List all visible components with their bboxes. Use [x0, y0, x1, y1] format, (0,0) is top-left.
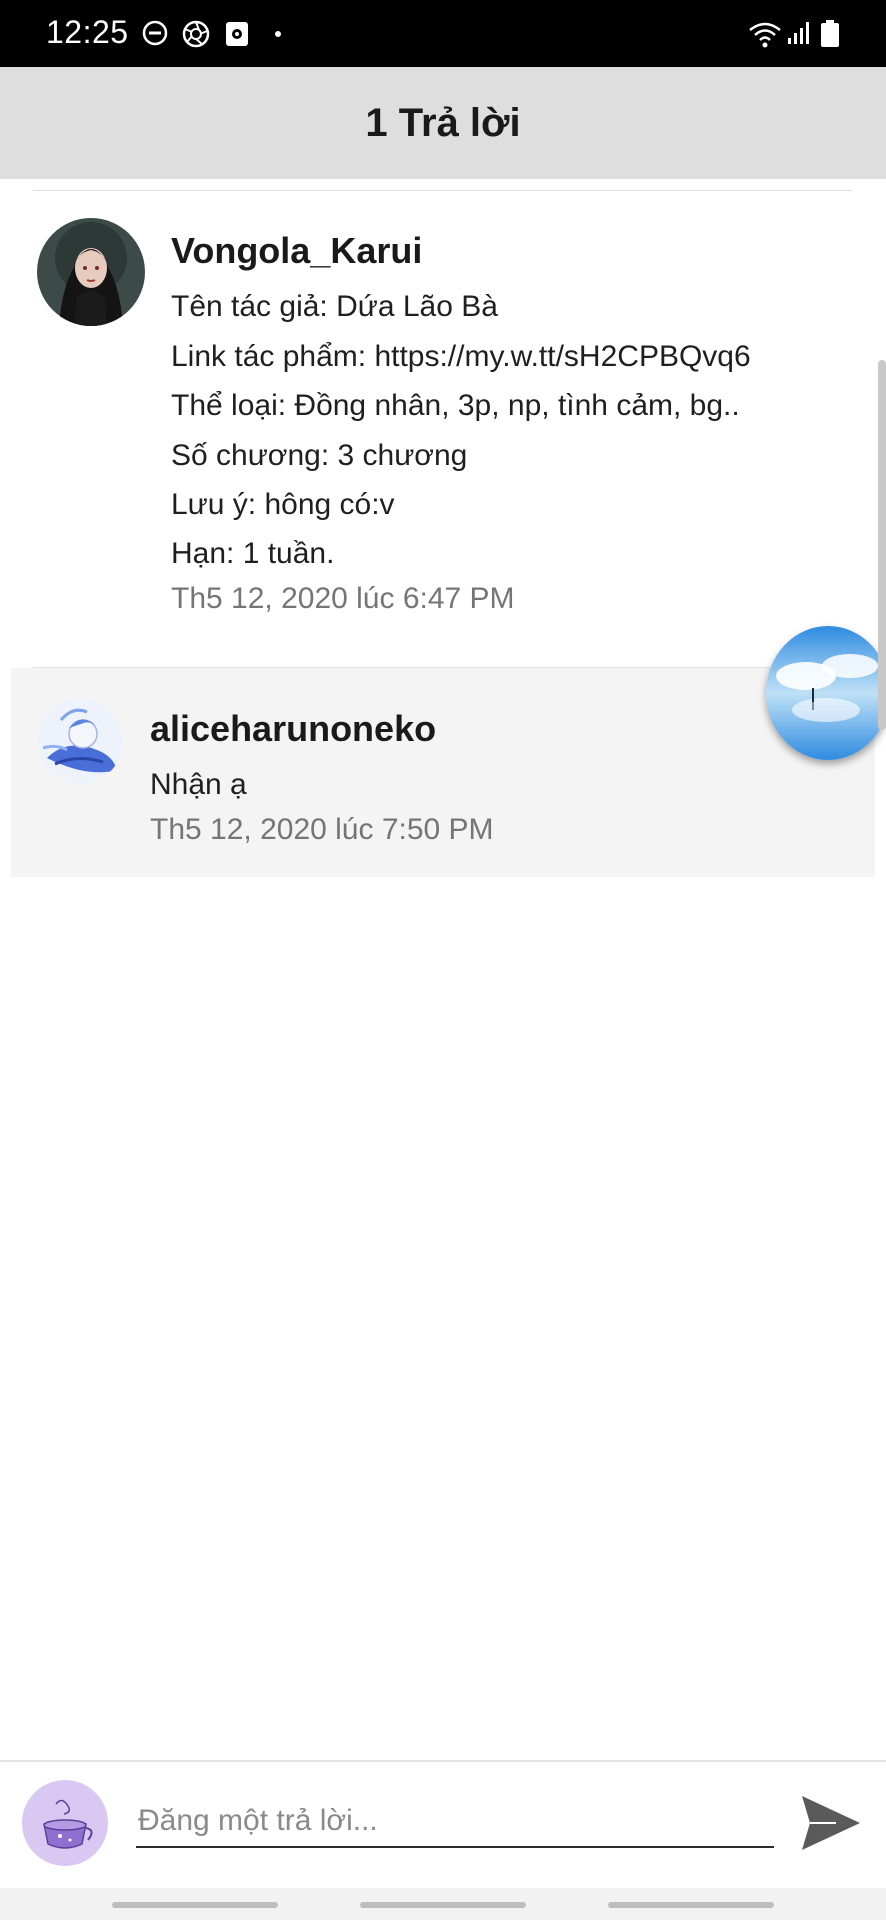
reply-input[interactable]	[136, 1796, 774, 1848]
comment-text-line: Nhận ạ	[150, 768, 247, 801]
aperture-icon	[182, 20, 210, 48]
avatar[interactable]	[37, 218, 145, 326]
avatar[interactable]	[37, 698, 123, 784]
nav-home-button[interactable]	[360, 1902, 526, 1908]
comment-item-highlighted[interactable]: aliceharunoneko Nhận ạ Th5 12, 2020 lúc …	[11, 668, 875, 877]
screen-record-icon	[226, 22, 248, 46]
comment-item[interactable]: Vongola_Karui Tên tác giả: Dứa Lão Bà Li…	[0, 192, 886, 662]
app-header: 1 Trả lời	[0, 67, 886, 179]
comment-text-line: Số chương: 3 chương	[171, 439, 468, 472]
navigation-bar	[0, 1888, 886, 1920]
battery-icon	[821, 20, 839, 47]
signal-icon	[788, 22, 809, 44]
comment-text-line: Tên tác giả: Dứa Lão Bà	[171, 290, 498, 323]
divider	[0, 1760, 886, 1762]
notification-dot-icon	[275, 31, 281, 37]
send-button[interactable]	[796, 1788, 866, 1858]
scrollbar[interactable]	[878, 360, 886, 730]
comment-text-line: Hạn: 1 tuần.	[171, 537, 335, 570]
divider	[33, 190, 853, 191]
comment-text-line: Link tác phẩm: https://my.w.tt/sH2CPBQvq…	[171, 340, 751, 373]
nav-back-button[interactable]	[608, 1902, 774, 1908]
status-bar: 12:25	[0, 0, 886, 67]
comment-username[interactable]: Vongola_Karui	[171, 230, 422, 272]
nav-recents-button[interactable]	[112, 1902, 278, 1908]
comment-timestamp: Th5 12, 2020 lúc 6:47 PM	[171, 582, 515, 615]
page-title: 1 Trả lời	[365, 100, 521, 145]
comment-text-line: Thể loại: Đồng nhân, 3p, np, tình cảm, b…	[171, 389, 740, 422]
comment-username[interactable]: aliceharunoneko	[150, 708, 436, 750]
wifi-icon	[749, 22, 781, 48]
do-not-disturb-icon	[142, 20, 168, 46]
comment-timestamp: Th5 12, 2020 lúc 7:50 PM	[150, 813, 494, 846]
current-user-avatar	[22, 1780, 108, 1866]
status-time: 12:25	[46, 14, 129, 50]
send-icon	[802, 1796, 860, 1850]
floating-chat-head[interactable]	[766, 626, 886, 760]
comment-text-line: Lưu ý: hông có:v	[171, 488, 395, 521]
